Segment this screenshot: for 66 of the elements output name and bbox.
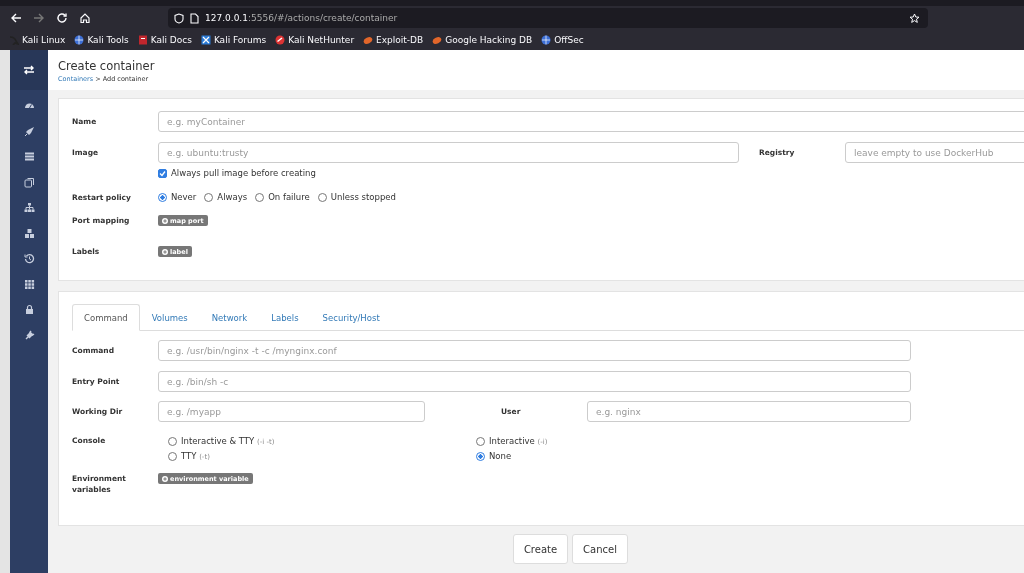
radio-button[interactable] bbox=[255, 192, 265, 202]
radio-label: Always bbox=[217, 192, 248, 202]
star-icon[interactable] bbox=[909, 12, 920, 24]
rocket-icon[interactable] bbox=[23, 125, 35, 137]
radio-label: None bbox=[489, 451, 512, 461]
copy-icon[interactable] bbox=[23, 176, 35, 188]
radio-button[interactable] bbox=[158, 192, 167, 202]
registry-field[interactable]: leave empty to use DockerHub bbox=[845, 142, 1024, 163]
url-text: 127.0.0.1:5556/#/actions/create/container bbox=[205, 13, 399, 23]
plug-icon[interactable] bbox=[23, 329, 35, 341]
address-bar[interactable]: 127.0.0.1:5556/#/actions/create/container bbox=[168, 8, 928, 28]
list-icon[interactable] bbox=[23, 151, 35, 162]
radio-label: Unless stopped bbox=[330, 192, 396, 202]
checkbox[interactable] bbox=[158, 168, 167, 178]
back-icon[interactable] bbox=[10, 12, 22, 24]
tab[interactable]: Labels bbox=[259, 304, 311, 331]
checkbox-label: Always pull image before creating bbox=[171, 168, 316, 178]
bookmark[interactable]: OffSec bbox=[541, 35, 584, 45]
plus-icon bbox=[162, 475, 168, 482]
tab[interactable]: Network bbox=[199, 304, 260, 331]
user-field[interactable]: e.g. nginx bbox=[587, 401, 911, 422]
radio-label: Never bbox=[171, 192, 197, 202]
bookmark[interactable]: Kali Linux bbox=[9, 35, 66, 45]
radio-button[interactable] bbox=[168, 436, 177, 446]
cancel-button[interactable]: Cancel bbox=[572, 534, 628, 564]
bookmark[interactable]: Kali Tools bbox=[74, 35, 129, 45]
name-field[interactable]: e.g. myContainer bbox=[158, 111, 1024, 132]
bookmark[interactable]: Google Hacking DB bbox=[432, 35, 533, 45]
logo-icon bbox=[275, 35, 286, 45]
globe-icon bbox=[541, 35, 552, 45]
page-icon bbox=[190, 12, 199, 24]
bookmark[interactable]: Kali Forums bbox=[200, 35, 267, 45]
entry-point-field[interactable]: e.g. /bin/sh -c bbox=[158, 371, 911, 392]
bookmark[interactable]: Kali NetHunter bbox=[275, 35, 355, 45]
plus-icon bbox=[162, 217, 168, 224]
history-icon[interactable] bbox=[23, 253, 35, 264]
reload-icon[interactable] bbox=[56, 12, 68, 24]
lock-icon[interactable] bbox=[23, 304, 35, 315]
cubes-icon[interactable] bbox=[23, 227, 35, 239]
radio-button[interactable] bbox=[168, 451, 177, 461]
radio-button[interactable] bbox=[476, 436, 485, 446]
check-icon bbox=[159, 169, 166, 177]
shield-icon bbox=[174, 12, 184, 24]
forward-icon[interactable] bbox=[33, 12, 45, 24]
tab[interactable]: Command bbox=[72, 304, 140, 331]
image-field[interactable]: e.g. ubuntu:trusty bbox=[158, 142, 739, 163]
tab[interactable]: Volumes bbox=[139, 304, 200, 331]
bookmark[interactable]: Kali Docs bbox=[137, 35, 192, 45]
bookmark[interactable]: Exploit-DB bbox=[363, 35, 424, 45]
radio-button[interactable] bbox=[317, 192, 327, 202]
home-icon[interactable] bbox=[79, 12, 91, 24]
tab[interactable]: Security/Host bbox=[310, 304, 392, 331]
plus-icon bbox=[162, 248, 168, 255]
globe-icon bbox=[74, 35, 85, 45]
swap-icon[interactable] bbox=[23, 65, 35, 75]
sitemap-icon[interactable] bbox=[23, 202, 35, 213]
page-title: Create container bbox=[58, 59, 156, 73]
working-dir-field[interactable]: e.g. /myapp bbox=[158, 401, 425, 422]
cross-icon bbox=[200, 35, 211, 45]
radio-label: On failure bbox=[268, 192, 310, 202]
radio-button[interactable] bbox=[476, 451, 485, 461]
grid-icon[interactable] bbox=[23, 278, 35, 290]
radio-button[interactable] bbox=[204, 192, 214, 202]
command-field[interactable]: e.g. /usr/bin/nginx -t -c /mynginx.conf bbox=[158, 340, 911, 361]
document-icon bbox=[137, 35, 148, 45]
create-button[interactable]: Create bbox=[512, 534, 569, 564]
